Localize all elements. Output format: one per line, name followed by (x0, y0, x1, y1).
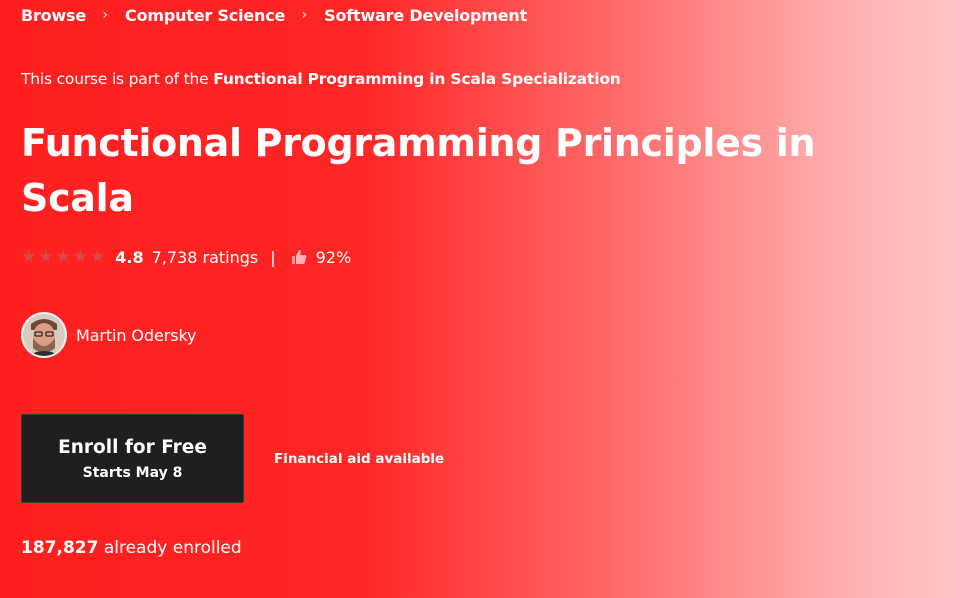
specialization-link[interactable]: Functional Programming in Scala Speciali… (213, 70, 621, 88)
enrolled-suffix: already enrolled (98, 538, 242, 558)
instructor[interactable]: Martin Odersky (21, 312, 197, 358)
star-icon: ★ (72, 246, 88, 267)
enroll-button-label: Enroll for Free (58, 437, 207, 458)
star-icon: ★ (38, 246, 54, 267)
chevron-right-icon: › (102, 7, 108, 23)
star-icon: ★ (21, 246, 37, 267)
specialization-note: This course is part of the Functional Pr… (21, 70, 621, 88)
enrolled-count: 187,827 already enrolled (21, 538, 242, 558)
star-rating: ★ ★ ★ ★ ★ (21, 246, 106, 267)
breadcrumb: Browse › Computer Science › Software Dev… (21, 4, 527, 26)
star-icon: ★ (55, 246, 71, 267)
like-percent: 92% (315, 247, 352, 267)
breadcrumb-item-browse[interactable]: Browse (21, 6, 86, 25)
specialization-prefix: This course is part of the (21, 70, 214, 88)
breadcrumb-item-computer-science[interactable]: Computer Science (125, 6, 285, 25)
rating-count[interactable]: 7,738 ratings (152, 248, 259, 267)
enroll-button[interactable]: Enroll for Free Starts May 8 (21, 414, 244, 503)
star-icon: ★ (90, 246, 106, 267)
rating-row: ★ ★ ★ ★ ★ 4.8 7,738 ratings | 92% (21, 245, 351, 269)
chevron-right-icon: › (301, 7, 307, 23)
enrolled-number: 187,827 (21, 538, 99, 558)
financial-aid-link[interactable]: Financial aid available (274, 451, 444, 467)
instructor-name[interactable]: Martin Odersky (76, 326, 197, 345)
avatar (21, 312, 67, 358)
enroll-start-date: Starts May 8 (82, 465, 183, 481)
rating-divider: | (270, 247, 276, 267)
course-title: Functional Programming Principles in Sca… (21, 121, 816, 220)
breadcrumb-item-software-development[interactable]: Software Development (324, 6, 527, 25)
thumbs-up-icon (290, 248, 308, 266)
rating-value: 4.8 (115, 247, 144, 267)
